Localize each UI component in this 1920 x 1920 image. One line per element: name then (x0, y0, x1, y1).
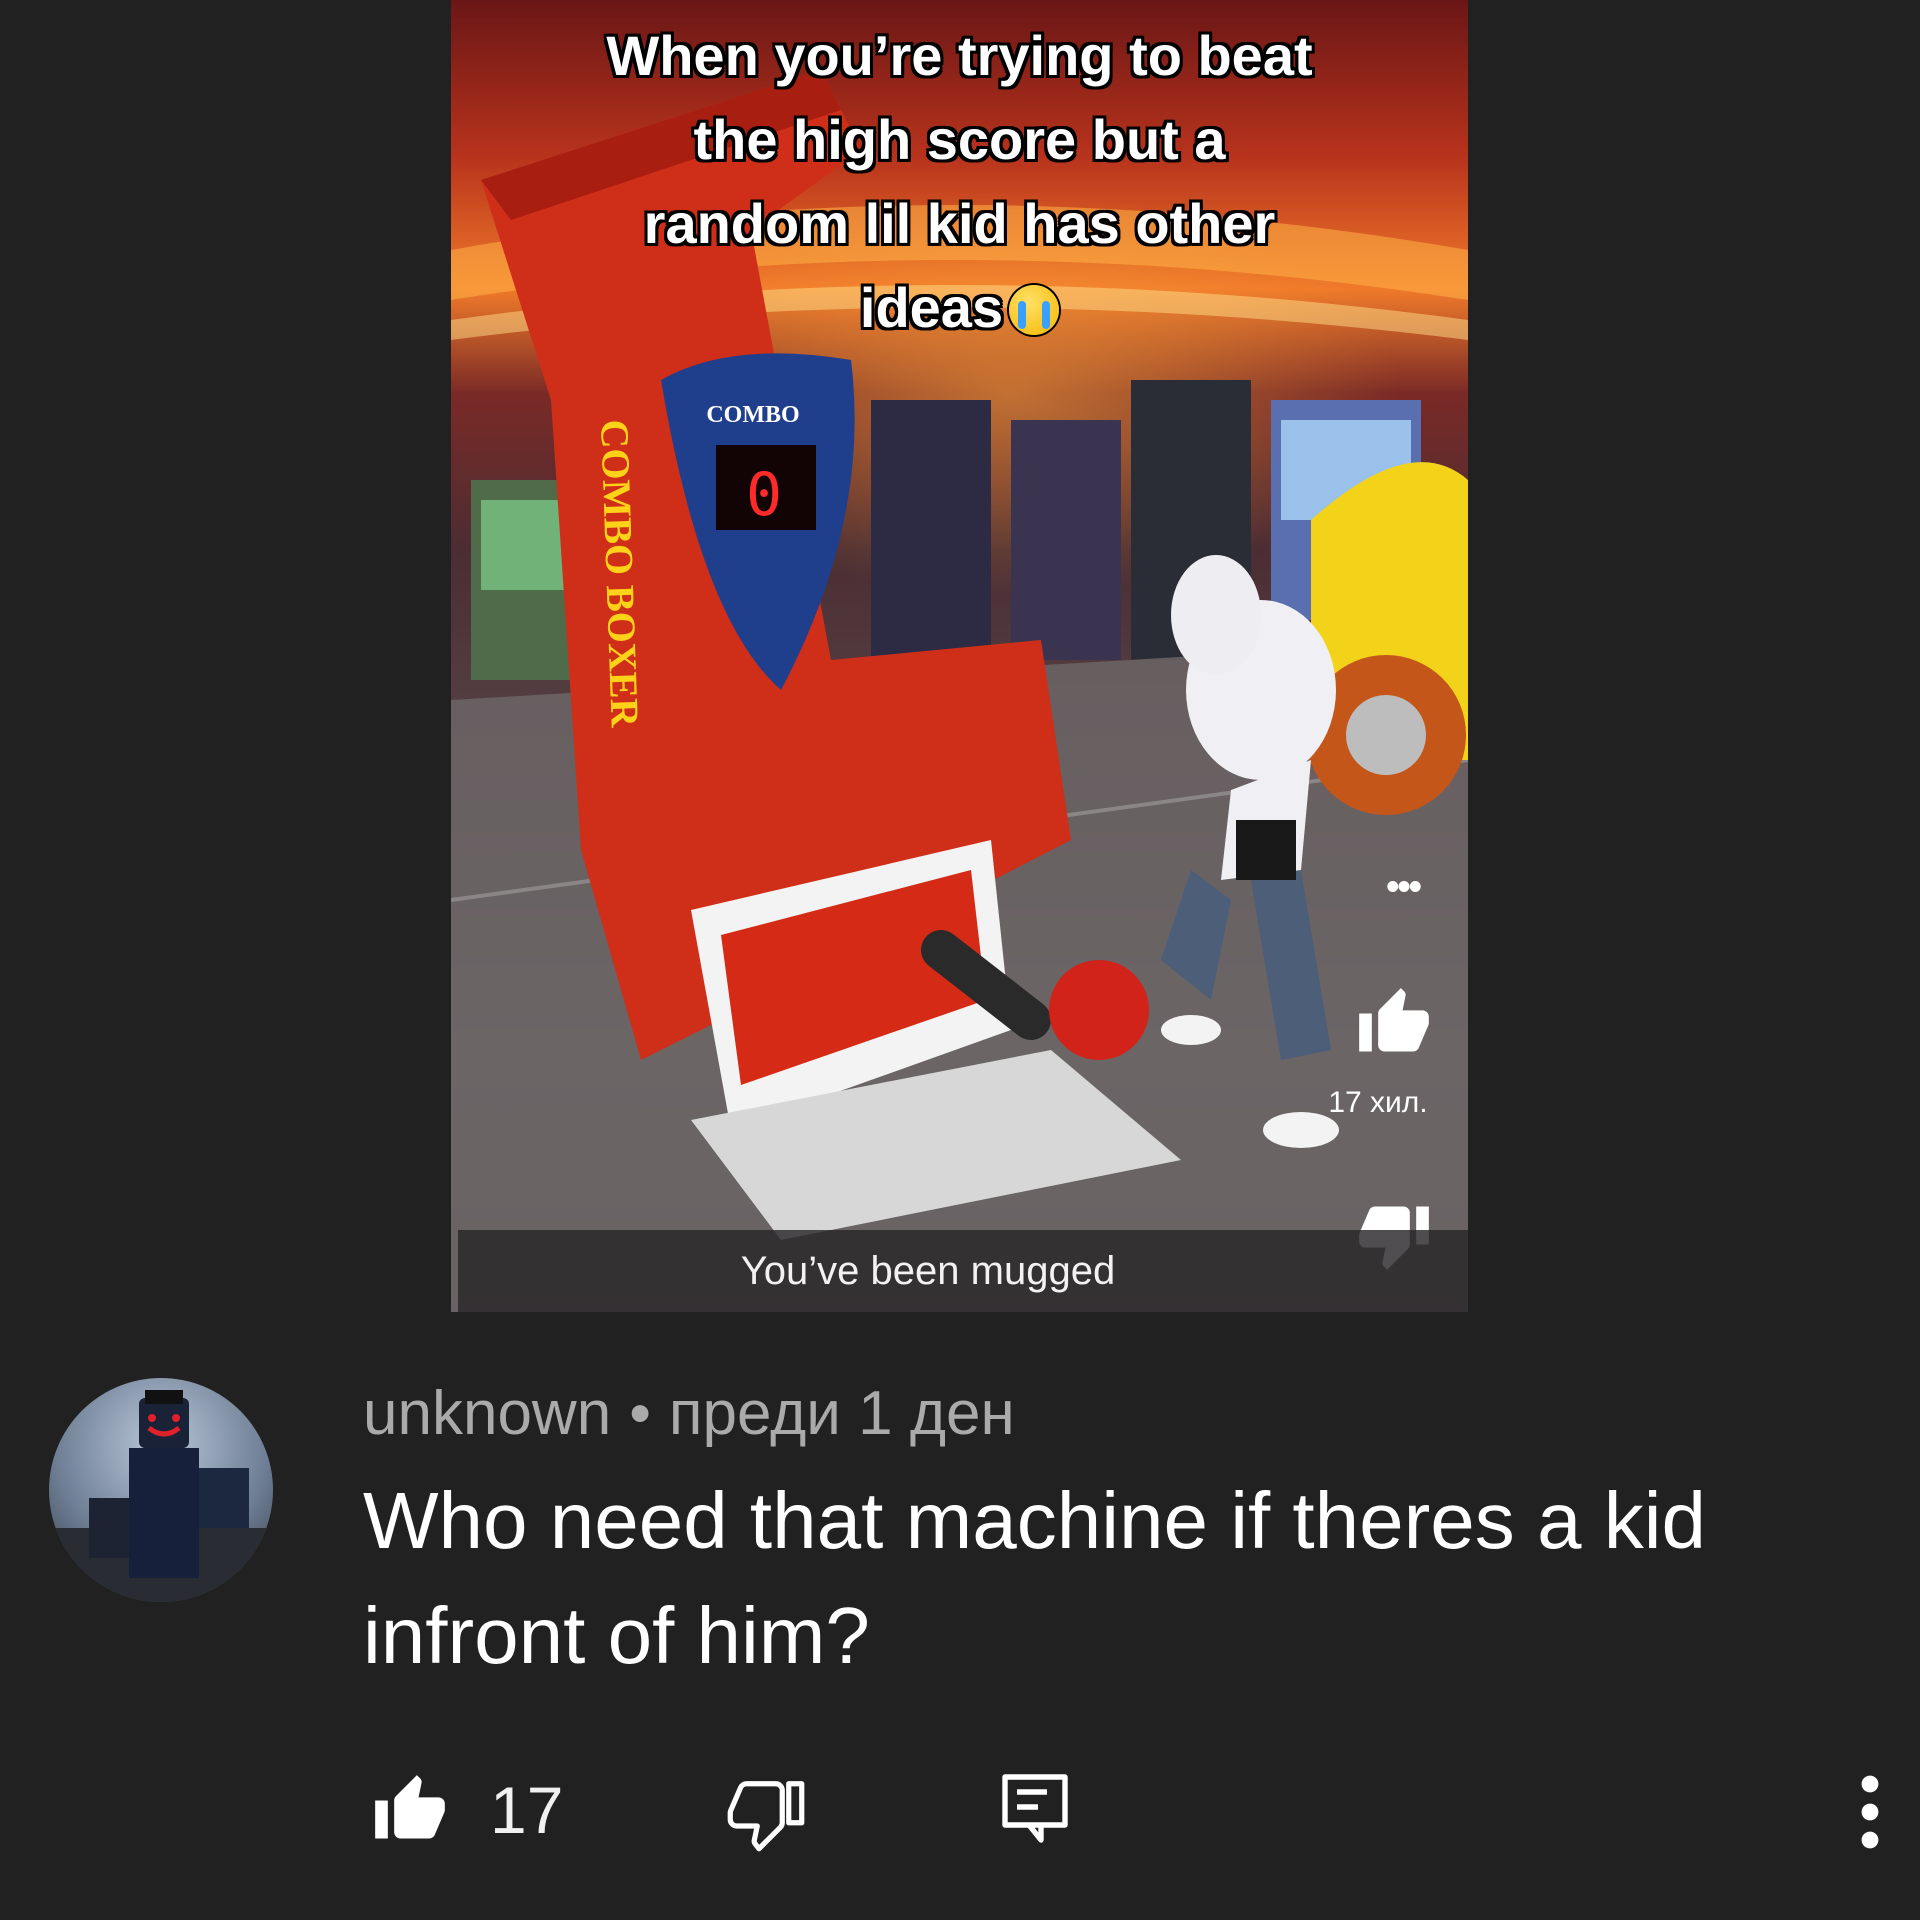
avatar-image (49, 1390, 273, 1602)
like-count: 17 (490, 1773, 564, 1847)
comment-time: преди 1 ден (668, 1379, 1015, 1448)
caption-line: the high score but a (693, 108, 1226, 171)
subtitle-bar: You’ve been mugged (458, 1230, 1468, 1312)
more-options-button[interactable] (1850, 1770, 1890, 1859)
avatar[interactable] (49, 1378, 273, 1602)
comment-author[interactable]: unknown (363, 1378, 611, 1449)
reply-comment-icon (1002, 1774, 1068, 1843)
reply-button[interactable] (999, 1770, 1071, 1855)
caption-line: When you’re trying to beat (606, 24, 1313, 87)
more-vertical-icon (1861, 1775, 1879, 1849)
comment-meta: unknown • преди 1 ден (363, 1378, 1015, 1449)
caption-line: random lil kid has other (643, 192, 1276, 255)
thumbs-up-icon (375, 1775, 445, 1839)
thumbs-down-icon (727, 1781, 805, 1852)
comment-text: Who need that machine if theres a kid in… (363, 1463, 1763, 1693)
crying-emoji-icon (1009, 285, 1060, 335)
comment-text-line: Who need that machine if theres a kid (363, 1476, 1706, 1565)
score-digit: 0 (746, 460, 782, 530)
meta-separator: • (629, 1379, 651, 1448)
like-button[interactable] (372, 1772, 448, 1853)
video-like-button[interactable] (1356, 985, 1432, 1066)
video-like-count: 17 хил. (1328, 1086, 1428, 1119)
comment-actions: 17 (0, 1760, 1920, 1870)
video-caption: When you’re trying to beat the high scor… (511, 14, 1408, 350)
dislike-button[interactable] (727, 1774, 805, 1857)
video-subtitle: You’ve been mugged (740, 1248, 1116, 1293)
caption-line: ideas (859, 276, 1004, 339)
thumbs-up-icon (1359, 988, 1429, 1052)
comment-text-line: infront of him? (363, 1591, 870, 1680)
video-frame[interactable]: 0 COMBO COMBO BOXER When you’re trying t… (451, 0, 1468, 1312)
machine-label: COMBO (706, 402, 799, 428)
more-horizontal-icon[interactable]: ••• (1386, 866, 1422, 909)
